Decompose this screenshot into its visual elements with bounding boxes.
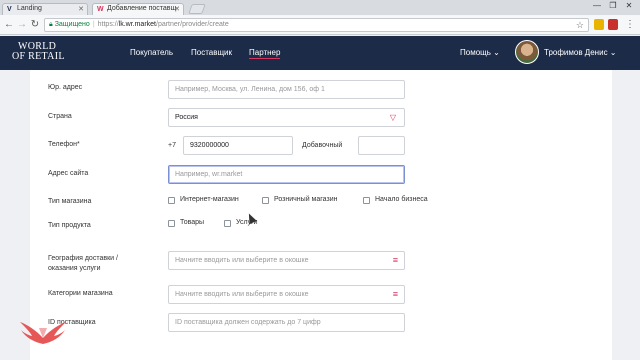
url-path: /partner/provider/create <box>156 21 229 28</box>
country-label: Страна <box>48 113 72 120</box>
maximize-icon[interactable]: ❐ <box>606 1 620 10</box>
website-label: Адрес сайта <box>48 170 89 177</box>
checkbox-goods[interactable] <box>168 220 175 227</box>
bookmark-star-icon[interactable]: ☆ <box>576 19 584 31</box>
nav-buyer[interactable]: Покупатель <box>130 48 173 58</box>
phone-prefix: +7 <box>168 142 176 149</box>
categories-label: Категории магазина <box>48 290 113 297</box>
close-window-icon[interactable]: ✕ <box>622 1 636 10</box>
new-tab-button[interactable] <box>188 4 206 14</box>
store-type-label: Тип магазина <box>48 198 92 205</box>
browser-toolbar: ← → ↻ 🔒︎ Защищено | https://lk.wr.market/p… <box>0 15 640 35</box>
back-arrow-icon[interactable]: ← <box>3 19 15 31</box>
close-tab-icon[interactable]: ✕ <box>78 5 84 13</box>
site-logo[interactable]: WORLD OF RETAIL <box>12 42 65 62</box>
phone-label: Телефон* <box>48 141 80 148</box>
checkbox-retail-store[interactable] <box>262 197 269 204</box>
nav-supplier[interactable]: Поставщик <box>191 48 232 58</box>
chevron-down-icon: ▽ <box>389 113 396 122</box>
reload-icon[interactable]: ↻ <box>29 19 41 31</box>
provider-form: Юр. адрес Например, Москва, ул. Ленина, … <box>30 70 612 360</box>
site-header: WORLD OF RETAIL Покупатель Поставщик Пар… <box>0 36 640 70</box>
wings-watermark-icon <box>20 322 66 344</box>
close-tab-icon[interactable]: ✕ <box>174 5 180 13</box>
legal-address-input[interactable]: Например, Москва, ул. Ленина, дом 156, о… <box>168 80 405 99</box>
checkbox-label: Товары <box>180 219 205 226</box>
tab-title: Landing <box>17 5 42 12</box>
checkbox-label: Начало бизнеса <box>375 196 428 203</box>
phone-ext-label: Добавочный <box>302 142 343 149</box>
help-menu[interactable]: Помощь ⌄ <box>460 48 500 58</box>
wr-favicon-icon: W <box>97 6 104 13</box>
tab-title: Добавление поставщ <box>107 5 177 12</box>
phone-input[interactable]: 9320000000 <box>183 136 293 155</box>
checkbox-label: Розничный магазин <box>274 196 338 203</box>
avatar[interactable] <box>515 40 539 64</box>
landing-favicon-icon: V <box>7 6 12 13</box>
extension-icon[interactable] <box>608 19 618 30</box>
checkbox-services[interactable] <box>224 220 231 227</box>
user-menu[interactable]: Трофимов Денис ⌄ <box>544 48 617 58</box>
list-icon[interactable]: ≡ <box>393 286 398 303</box>
phone-ext-input[interactable] <box>358 136 405 155</box>
menu-dots-icon[interactable]: ⋮ <box>624 19 636 31</box>
browser-tab-add-supplier[interactable]: W Добавление поставщ ✕ <box>92 3 184 15</box>
categories-placeholder: Начните вводить или выберите в окошке <box>175 291 309 298</box>
legal-address-label: Юр. адрес <box>48 84 83 91</box>
user-name: Трофимов Денис <box>544 48 608 57</box>
url-scheme: https:// <box>97 21 119 28</box>
extension-icon[interactable] <box>594 19 604 30</box>
checkbox-business-start[interactable] <box>363 197 370 204</box>
geography-input[interactable]: Начните вводить или выберите в окошке ≡ <box>168 251 405 270</box>
logo-line-2: OF RETAIL <box>12 51 65 62</box>
country-select[interactable]: Россия ▽ <box>168 108 405 127</box>
chevron-down-icon: ⌄ <box>609 48 617 57</box>
website-input[interactable]: Например, wr.market <box>168 165 405 184</box>
country-value: Россия <box>175 114 198 121</box>
url-host: lk.wr.market <box>118 21 156 28</box>
checkbox-label: Интернет-магазин <box>180 196 239 203</box>
product-type-label: Тип продукта <box>48 222 91 229</box>
nav-partner[interactable]: Партнер <box>249 48 281 59</box>
browser-tab-strip: V Landing ✕ W Добавление поставщ ✕ — ❐ ✕ <box>0 0 640 15</box>
geography-label-line-1: География доставки / <box>48 255 118 262</box>
help-label: Помощь <box>460 48 491 57</box>
page-body: Юр. адрес Например, Москва, ул. Ленина, … <box>0 70 640 360</box>
lock-icon: 🔒︎ <box>49 21 53 28</box>
list-icon[interactable]: ≡ <box>393 252 398 269</box>
forward-arrow-icon[interactable]: → <box>16 19 28 31</box>
chevron-down-icon: ⌄ <box>493 48 500 57</box>
secure-label: Защищено <box>54 21 90 28</box>
geography-placeholder: Начните вводить или выберите в окошке <box>175 257 309 264</box>
categories-input[interactable]: Начните вводить или выберите в окошке ≡ <box>168 285 405 304</box>
geography-label-line-2: оказания услуги <box>48 265 101 272</box>
geography-label: География доставки / оказания услуги <box>48 254 118 274</box>
minimize-icon[interactable]: — <box>590 1 604 10</box>
checkbox-online-store[interactable] <box>168 197 175 204</box>
browser-tab-landing[interactable]: V Landing ✕ <box>2 3 88 15</box>
address-bar[interactable]: 🔒︎ Защищено | https://lk.wr.market/partner… <box>44 18 589 32</box>
supplier-id-input[interactable]: ID поставщика должен содержать до 7 цифр <box>168 313 405 332</box>
